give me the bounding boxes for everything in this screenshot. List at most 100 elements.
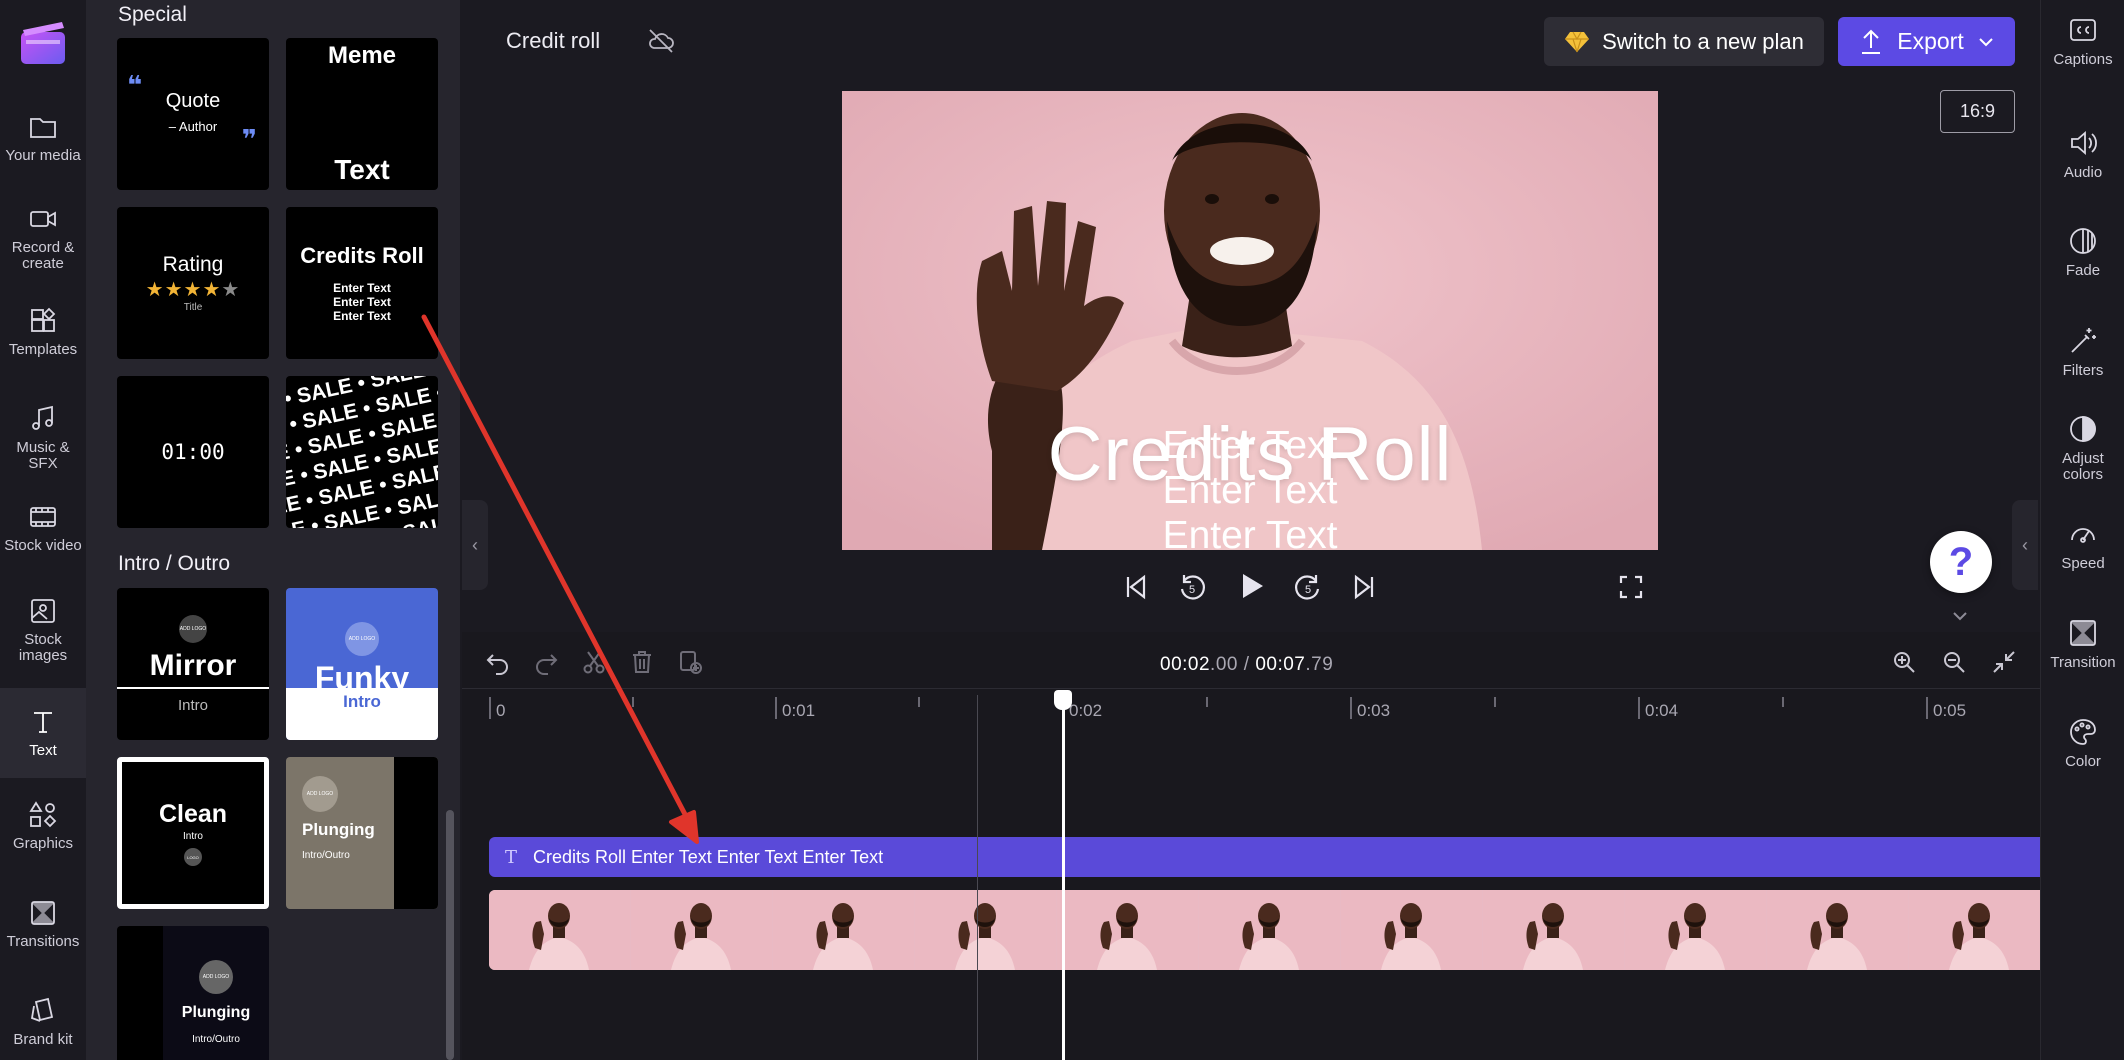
split-button[interactable]: [578, 646, 610, 678]
shapes-icon: [29, 801, 57, 828]
library-scrollbar[interactable]: [446, 810, 454, 1060]
hover-indicator-line: [977, 695, 978, 1060]
aspect-ratio-button[interactable]: 16:9: [1940, 90, 2015, 133]
video-thumbnail-frame: [1909, 890, 2040, 970]
panel-adjust-colors[interactable]: Adjust colors: [2041, 413, 2124, 483]
nav-stock-images[interactable]: Stock images: [0, 596, 86, 664]
delete-button[interactable]: [626, 646, 658, 678]
svg-text:5: 5: [1189, 584, 1195, 596]
chevron-left-icon: ‹: [472, 534, 478, 555]
template-tile-credits-roll[interactable]: Credits Roll Enter Text Enter Text Enter…: [286, 207, 438, 359]
help-button[interactable]: ?: [1930, 531, 1992, 593]
panel-speed[interactable]: Speed: [2041, 518, 2124, 572]
preview-credit-line[interactable]: Enter Text: [842, 424, 1658, 468]
video-thumbnail-frame: [1767, 890, 1909, 970]
nav-transitions[interactable]: Transitions: [0, 898, 86, 950]
ruler-label: 0:04: [1645, 701, 1679, 720]
template-tile-rating[interactable]: Rating ★★★★★ Title: [117, 207, 269, 359]
cloud-off-icon[interactable]: [646, 26, 676, 56]
video-thumbnail-frame: [1199, 890, 1341, 970]
template-tile-plunging[interactable]: ADD LOGO Plunging Intro/Outro: [286, 757, 438, 909]
collapse-properties-button[interactable]: ‹: [2012, 500, 2038, 590]
preview-credit-line[interactable]: Enter Text: [842, 469, 1658, 513]
video-clip-track[interactable]: [489, 890, 2040, 970]
nav-label: Brand kit: [13, 1031, 73, 1048]
timeline-ruler[interactable]: 0 0:01 0:02 0:03 0:04 0:05: [462, 688, 2040, 728]
panel-audio[interactable]: Audio: [2041, 127, 2124, 181]
chevron-left-icon: ‹: [2022, 534, 2028, 555]
quote-close-icon: ❞: [241, 124, 257, 154]
collapse-arrows-icon: [1993, 651, 2015, 673]
tile-side-band: [394, 757, 438, 909]
film-strip-icon: [30, 507, 56, 527]
duplicate-button[interactable]: [674, 646, 706, 678]
nav-label: Your media: [5, 147, 81, 164]
forward-5-icon: 5: [1295, 575, 1320, 600]
template-tile-quote[interactable]: ❝ Quote – Author ❞: [117, 38, 269, 190]
zoom-in-button[interactable]: [1888, 646, 1920, 678]
upload-icon: [1862, 29, 1881, 54]
nav-text[interactable]: Text: [0, 688, 86, 778]
panel-filters[interactable]: Filters: [2041, 325, 2124, 379]
project-title[interactable]: Credit roll: [506, 28, 600, 54]
nav-graphics[interactable]: Graphics: [0, 800, 86, 852]
template-tile-sale[interactable]: LE • SALE • SALE • SALE LE • SALE • SALE…: [286, 376, 438, 528]
template-tile-timer[interactable]: 01:00: [117, 376, 269, 528]
panel-captions[interactable]: Captions: [2041, 14, 2124, 68]
fit-timeline-button[interactable]: [1988, 646, 2020, 678]
text-clip-credits-roll[interactable]: T Credits Roll Enter Text Enter Text Ent…: [489, 837, 2040, 877]
undo-button[interactable]: [482, 646, 514, 678]
tile-title: 01:00: [161, 440, 225, 464]
ruler-label: 0:01: [782, 701, 816, 720]
zoom-out-button[interactable]: [1938, 646, 1970, 678]
video-preview[interactable]: Credits Roll Enter Text Enter Text Enter…: [842, 91, 1658, 550]
ruler-label: 0:05: [1933, 701, 1967, 720]
speedometer-icon: [2071, 528, 2095, 543]
tile-title: Plunging: [181, 1003, 251, 1021]
clipchamp-logo-icon[interactable]: [18, 18, 68, 68]
panel-transition[interactable]: Transition: [2041, 617, 2124, 671]
panel-color[interactable]: Color: [2041, 716, 2124, 770]
skip-to-end-button[interactable]: [1344, 567, 1384, 607]
tile-line: Enter Text: [333, 281, 391, 295]
nav-your-media[interactable]: Your media: [0, 112, 86, 164]
nav-brand-kit[interactable]: Brand kit: [0, 996, 86, 1048]
template-tile-clean[interactable]: Clean Intro LOGO: [117, 757, 269, 909]
text-clip-icon: T: [505, 846, 518, 868]
nav-stock-video[interactable]: Stock video: [0, 502, 86, 554]
export-button[interactable]: Export: [1838, 17, 2015, 66]
nav-record-create[interactable]: Record & create: [0, 204, 86, 272]
playhead-line[interactable]: [1062, 705, 1065, 1060]
magic-wand-icon: [2071, 328, 2096, 353]
nav-label: Templates: [8, 341, 78, 358]
section-title-special: Special: [118, 3, 187, 26]
ruler-tick: [775, 697, 777, 719]
collapse-library-button[interactable]: ‹: [462, 500, 488, 590]
switch-plan-button[interactable]: Switch to a new plan: [1544, 17, 1824, 66]
image-icon: [31, 599, 55, 623]
undo-icon: [486, 654, 508, 675]
fade-icon: [2070, 228, 2096, 254]
forward-5s-button[interactable]: 5: [1288, 567, 1328, 607]
template-tile-mirror[interactable]: ADD LOGO Mirror Intro: [117, 588, 269, 740]
chevron-down-icon[interactable]: [1948, 606, 1972, 626]
fullscreen-button[interactable]: [1611, 567, 1651, 607]
play-button[interactable]: [1232, 566, 1272, 606]
skip-to-start-button[interactable]: [1116, 567, 1156, 607]
preview-credit-line[interactable]: Enter Text: [842, 514, 1658, 550]
speaker-icon: [2071, 131, 2097, 155]
template-tile-meme[interactable]: Meme Text: [286, 38, 438, 190]
redo-button[interactable]: [530, 646, 562, 678]
panel-fade[interactable]: Fade: [2041, 225, 2124, 279]
video-thumbnail-frame: [1341, 890, 1483, 970]
properties-panel: Captions Audio Fade Filters Adjust color…: [2040, 0, 2124, 1060]
panel-label: Captions: [2053, 51, 2113, 68]
template-tile-funky[interactable]: ADD LOGO Funky Intro: [286, 588, 438, 740]
video-thumbnail-frame: [1057, 890, 1199, 970]
timeline-panel: 00:02.00 / 00:07.79 0 0:01 0:02 0:03 0:0…: [462, 632, 2040, 1060]
nav-music-sfx[interactable]: Music & SFX: [0, 404, 86, 472]
rewind-5s-button[interactable]: 5: [1172, 567, 1212, 607]
tile-title: Credits Roll: [300, 243, 424, 268]
nav-templates[interactable]: Templates: [0, 306, 86, 358]
template-tile-plunging-dark[interactable]: ADD LOGO Plunging Intro/Outro: [117, 926, 269, 1060]
